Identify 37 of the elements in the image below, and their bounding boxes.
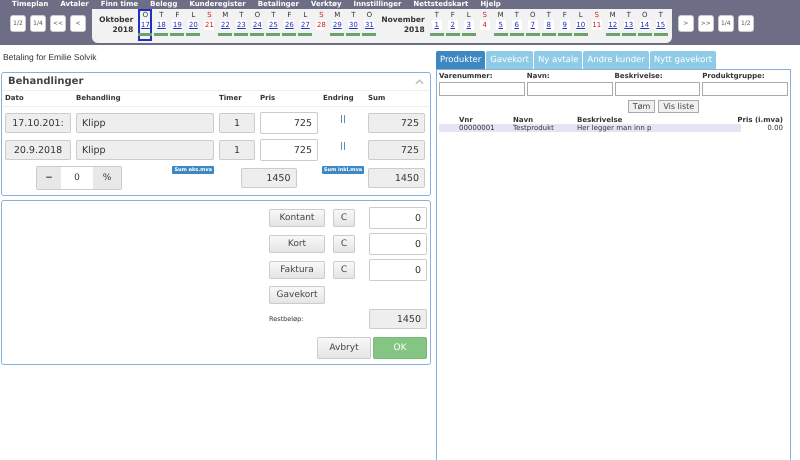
treatment-field: Klipp: [76, 113, 214, 133]
clear-button[interactable]: Tøm: [628, 100, 656, 113]
price-field[interactable]: 725: [260, 112, 318, 134]
payment-method-button[interactable]: Kort: [269, 235, 325, 253]
amount-field[interactable]: 0: [369, 207, 427, 229]
sum-field: 725: [368, 113, 425, 133]
sum-field: 1450: [368, 168, 425, 188]
sum-field: 1450: [240, 168, 296, 188]
payment-title: Betaling for Emilie Solvik: [2, 51, 98, 64]
clear-button[interactable]: C: [333, 209, 355, 227]
amount-field[interactable]: 0: [369, 259, 427, 281]
date-field: 17.10.201:: [5, 113, 71, 133]
remaining-field: 1450: [369, 309, 427, 329]
hours-field: 1: [219, 113, 255, 133]
giftcard-button[interactable]: Gavekort: [269, 286, 325, 304]
minus-button[interactable]: −: [37, 167, 61, 189]
clear-button[interactable]: C: [333, 261, 355, 279]
payment-method-button[interactable]: Faktura: [269, 261, 325, 279]
tab[interactable]: Produkter: [436, 51, 486, 69]
discount-control[interactable]: − 0 %: [36, 166, 122, 190]
payment-method-button[interactable]: Kontant: [269, 209, 325, 227]
collapse-icon[interactable]: [415, 78, 424, 84]
price-field[interactable]: 725: [260, 139, 318, 161]
treatment-field: Klipp: [76, 140, 214, 160]
filter-field[interactable]: [702, 82, 788, 96]
filter-field[interactable]: [526, 82, 612, 96]
panel-title: Behandlinger: [8, 76, 84, 87]
date-field: 20.9.2018: [5, 140, 71, 160]
amount-field[interactable]: 0: [369, 233, 427, 255]
show-list-button[interactable]: Vis liste: [658, 100, 700, 113]
filter-field[interactable]: [614, 82, 700, 96]
percent-label: %: [93, 167, 121, 189]
cancel-button[interactable]: Avbryt: [317, 337, 371, 359]
hours-field: 1: [219, 140, 255, 160]
sum-field: 725: [368, 140, 425, 160]
filter-field[interactable]: [439, 82, 525, 96]
clear-button[interactable]: C: [333, 235, 355, 253]
